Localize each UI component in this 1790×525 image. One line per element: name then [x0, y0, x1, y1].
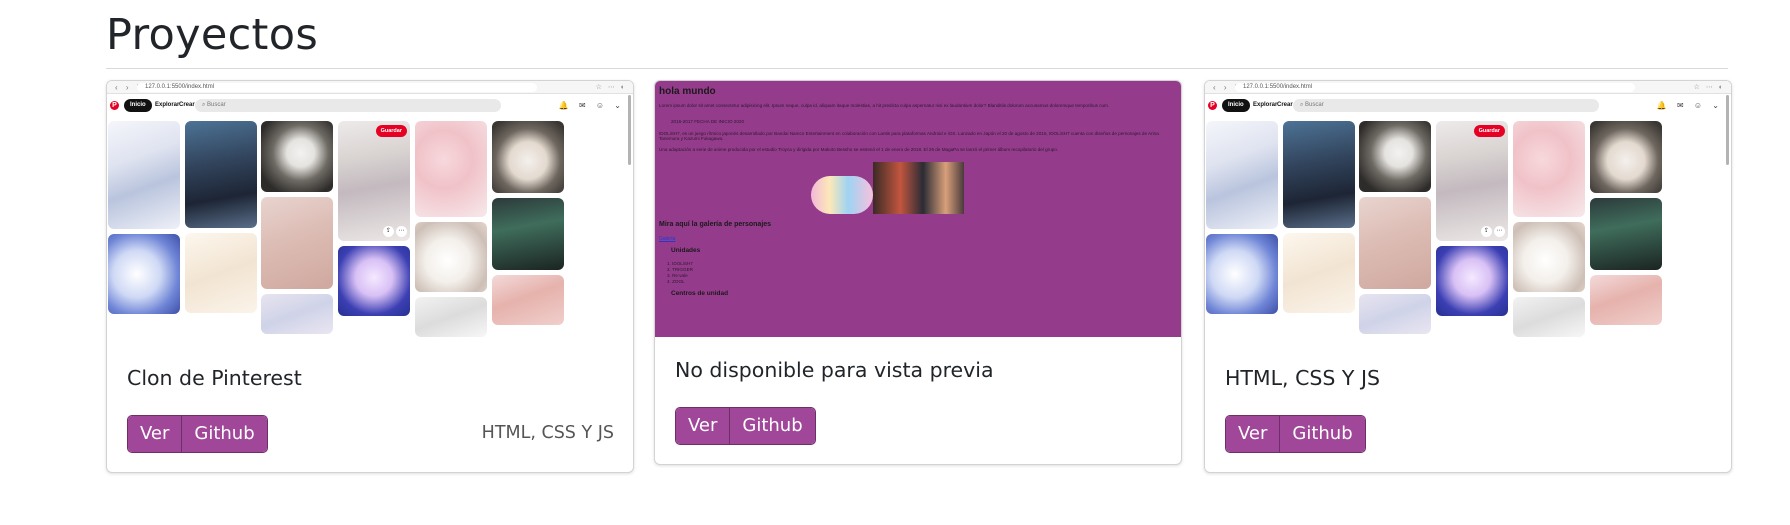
- pin-image: [1590, 275, 1662, 325]
- preview-image-characters: [873, 162, 964, 214]
- card-title: HTML, CSS Y JS: [1225, 366, 1381, 390]
- project-card-hola-mundo: hola mundo Lorem ipsum dolor sit amet co…: [654, 80, 1182, 465]
- pin-image: [108, 234, 180, 314]
- browser-toolbar: ‹ › ↻ 127.0.0.1:5500/index.html ☆ ⋯ ◐: [107, 81, 633, 94]
- card-button-group: Ver Github: [675, 407, 816, 445]
- pin-image: [338, 246, 410, 316]
- pin-image: Guardar ⇪ ⋯: [1436, 121, 1508, 241]
- pinterest-screenshot: ‹ › ↻ 127.0.0.1:5500/index.html ☆ ⋯ ◐ P …: [107, 81, 633, 345]
- pin-image: [1359, 121, 1431, 192]
- pin-image: [1590, 198, 1662, 270]
- project-card-pinterest-clone: ‹ › ↻ 127.0.0.1:5500/index.html ☆ ⋯ ◐ P …: [106, 80, 634, 473]
- pin-image: [1513, 121, 1585, 217]
- pin-save-button: Guardar: [375, 125, 407, 137]
- preview-unit-item: 2. TRIGGER: [667, 267, 693, 272]
- github-button[interactable]: Github: [181, 416, 267, 452]
- section-divider: [106, 68, 1728, 69]
- pin-image: [1590, 121, 1662, 193]
- pin-image: [415, 222, 487, 292]
- pin-image: [415, 297, 487, 337]
- pin-image: [261, 197, 333, 289]
- pin-image: [185, 233, 257, 313]
- pinterest-search: ⌕ Buscar: [195, 99, 501, 112]
- preview-paragraph: 2016-2017 FECHA DE INICIO 2020: [671, 119, 745, 124]
- preview-paragraph: Lorem ipsum dolor sit amet consectetur a…: [659, 103, 1110, 108]
- preview-unit-item: 1. IDOLiSH7: [667, 261, 693, 266]
- github-button[interactable]: Github: [1279, 416, 1365, 452]
- card-button-group: Ver Github: [127, 415, 268, 453]
- pinterest-search: ⌕ Buscar: [1293, 99, 1599, 112]
- share-icon: ⇪: [383, 226, 394, 237]
- pin-image: [108, 121, 180, 229]
- pin-image: [1359, 197, 1431, 289]
- project-preview-image: ‹ › ↻ 127.0.0.1:5500/index.html ☆ ⋯ ◐ P …: [1205, 81, 1731, 345]
- pinterest-header: P Inicio Explorar Crear ⌕ Buscar 🔔 ✉ ☺ ⌄: [1205, 95, 1731, 117]
- pin-image: [1513, 297, 1585, 337]
- pinterest-nav-create: Crear: [1277, 102, 1293, 108]
- browser-url: 127.0.0.1:5500/index.html: [137, 83, 537, 92]
- pinterest-nav-explore: Explorar: [1253, 102, 1278, 108]
- share-icon: ⇪: [1481, 226, 1492, 237]
- project-preview-image: ‹ › ↻ 127.0.0.1:5500/index.html ☆ ⋯ ◐ P …: [107, 81, 633, 345]
- pin-image: [1513, 222, 1585, 292]
- view-button[interactable]: Ver: [1226, 416, 1280, 452]
- preview-gallery-link: Galería: [659, 236, 676, 242]
- pinterest-logo-icon: P: [110, 101, 119, 110]
- pinterest-screenshot: ‹ › ↻ 127.0.0.1:5500/index.html ☆ ⋯ ◐ P …: [1205, 81, 1731, 345]
- pinterest-search-placeholder: Buscar: [207, 102, 226, 108]
- pinterest-logo-icon: P: [1208, 101, 1217, 110]
- preview-paragraph: Una adaptación a serie de anime producid…: [659, 147, 1059, 152]
- pin-image: [492, 275, 564, 325]
- more-icon: ⋯: [1494, 226, 1505, 237]
- preview-image-group: [811, 176, 873, 214]
- preview-units-heading: Unidades: [671, 247, 701, 254]
- pin-image: [492, 121, 564, 193]
- pinterest-nav-explore: Explorar: [155, 102, 180, 108]
- pin-image: [261, 121, 333, 192]
- browser-url: 127.0.0.1:5500/index.html: [1235, 83, 1635, 92]
- browser-tools-icons: ☆ ⋯ ◐: [1693, 84, 1725, 91]
- preview-paragraph: IDOLiSH7, es un juego rítmico japonés de…: [659, 131, 1159, 142]
- pinterest-header-icons: 🔔 ✉ ☺ ⌄: [1656, 101, 1723, 110]
- card-button-group: Ver Github: [1225, 415, 1366, 453]
- preview-unit-item: 4. ZOOL: [667, 279, 685, 284]
- pin-image: [1206, 234, 1278, 314]
- pinterest-nav-create: Crear: [179, 102, 195, 108]
- pin-image: [1283, 233, 1355, 313]
- pin-image: [185, 121, 257, 228]
- view-button[interactable]: Ver: [676, 408, 730, 444]
- browser-tools-icons: ☆ ⋯ ◐: [595, 84, 627, 91]
- preview-unit-item: 3. Re:vale: [667, 273, 688, 278]
- github-button[interactable]: Github: [729, 408, 815, 444]
- pinterest-header-icons: 🔔 ✉ ☺ ⌄: [558, 101, 625, 110]
- pinterest-nav-home: Inicio: [1222, 99, 1250, 112]
- browser-toolbar: ‹ › ↻ 127.0.0.1:5500/index.html ☆ ⋯ ◐: [1205, 81, 1731, 94]
- more-icon: ⋯: [396, 226, 407, 237]
- pin-image: [1206, 121, 1278, 229]
- pin-image: [415, 121, 487, 217]
- section-title: Proyectos: [106, 10, 319, 60]
- pin-image: [492, 198, 564, 270]
- pin-image: [261, 294, 333, 334]
- view-button[interactable]: Ver: [128, 416, 182, 452]
- preview-centers-heading: Centros de unidad: [671, 290, 729, 297]
- card-tech-label: HTML, CSS Y JS: [481, 423, 614, 443]
- pin-save-button: Guardar: [1473, 125, 1505, 137]
- card-title: Clon de Pinterest: [127, 366, 302, 390]
- pin-image: [1283, 121, 1355, 228]
- pin-image: Guardar ⇪ ⋯: [338, 121, 410, 241]
- card-title: No disponible para vista previa: [675, 358, 994, 382]
- pinterest-search-placeholder: Buscar: [1305, 102, 1324, 108]
- hola-mundo-screenshot: hola mundo Lorem ipsum dolor sit amet co…: [655, 81, 1181, 337]
- pin-image: [1436, 246, 1508, 316]
- pinterest-nav-home: Inicio: [124, 99, 152, 112]
- project-preview-image: hola mundo Lorem ipsum dolor sit amet co…: [655, 81, 1181, 337]
- preview-gallery-heading: Mira aquí la galería de personajes: [659, 221, 772, 228]
- pin-image: [1359, 294, 1431, 334]
- preview-heading: hola mundo: [659, 86, 716, 97]
- project-card-html-css-js: ‹ › ↻ 127.0.0.1:5500/index.html ☆ ⋯ ◐ P …: [1204, 80, 1732, 473]
- pinterest-header: P Inicio Explorar Crear ⌕ Buscar 🔔 ✉ ☺ ⌄: [107, 95, 633, 117]
